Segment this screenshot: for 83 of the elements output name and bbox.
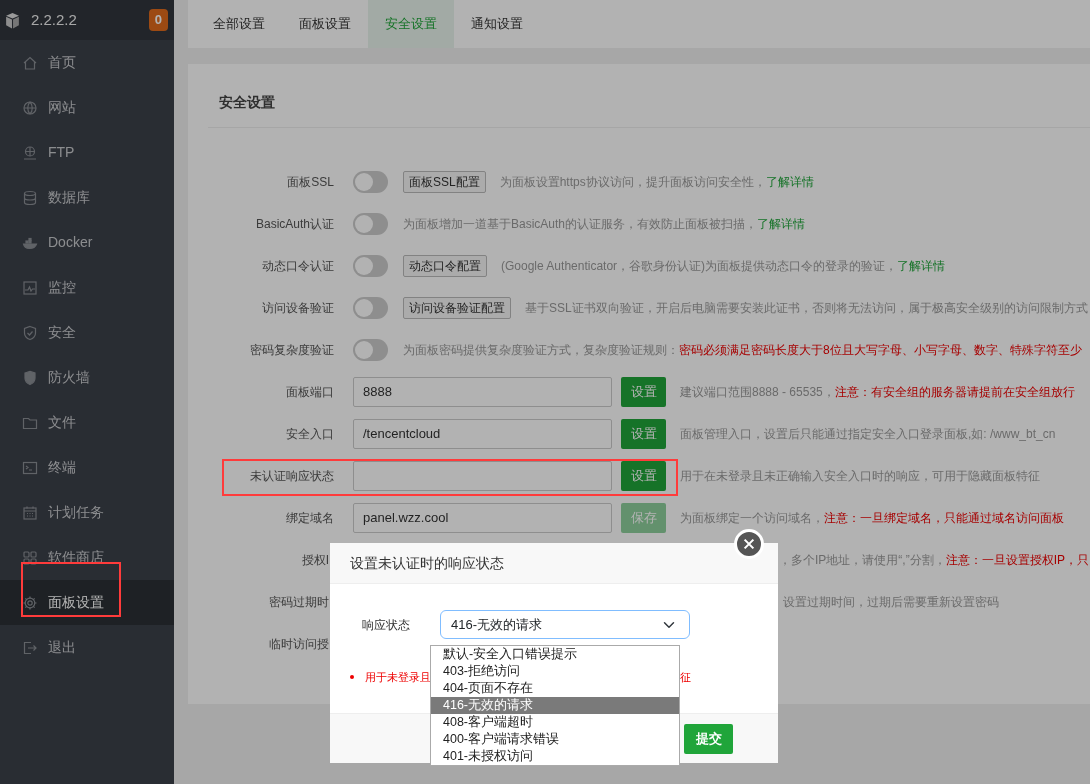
bullet-icon (350, 675, 354, 680)
setting-description: ，多个IP地址，请使用“,”分割，注意：一旦设置授权IP，只 (779, 552, 1089, 569)
sidebar-item[interactable]: 面板设置 (0, 580, 174, 625)
setting-label: 密码复杂度验证 (249, 342, 334, 359)
select-field[interactable]: 416-无效的请求 (440, 610, 690, 639)
sidebar-item[interactable]: 首页 (0, 40, 174, 85)
config-button[interactable]: 访问设备验证配置 (403, 297, 511, 319)
monitor-icon (22, 279, 38, 296)
shield-icon (22, 324, 38, 341)
tab[interactable]: 全部设置 (196, 0, 282, 48)
sidebar-item[interactable]: 终端 (0, 445, 174, 490)
set-button[interactable]: 设置 (621, 419, 666, 449)
setting-description: (Google Authenticator，谷歌身份认证)为面板提供动态口令的登录的验证，了解详情 (501, 258, 946, 275)
sidebar-item[interactable]: 退出 (0, 625, 174, 670)
toggle-switch[interactable] (353, 297, 388, 319)
toggle-switch[interactable] (353, 213, 388, 235)
dropdown-option[interactable]: 400-客户端请求错误 (431, 731, 679, 748)
set-button[interactable]: 设置 (621, 377, 666, 407)
config-button[interactable]: 动态口令配置 (403, 255, 487, 277)
toggle-switch[interactable] (353, 339, 388, 361)
setting-label: 绑定域名 (285, 510, 334, 527)
sidebar-item[interactable]: 数据库 (0, 175, 174, 220)
setting-label: 面板端口 (285, 384, 334, 401)
input-field[interactable]: /tencentcloud (353, 419, 612, 449)
note-text: 用于未登录且 (365, 670, 431, 685)
setting-label: BasicAuth认证 (254, 216, 334, 233)
setting-label: 授权I (300, 552, 329, 569)
panel-title: 安全设置 (208, 92, 1090, 128)
config-button[interactable]: 面板SSL配置 (403, 171, 486, 193)
sidebar-item[interactable]: 网站 (0, 85, 174, 130)
sidebar-item[interactable]: 计划任务 (0, 490, 174, 535)
dropdown-option[interactable]: 401-未授权访问 (431, 748, 679, 765)
dropdown-option[interactable]: 416-无效的请求 (431, 697, 679, 714)
setting-label: 密码过期时 (268, 594, 329, 611)
sidebar-item[interactable]: 监控 (0, 265, 174, 310)
field-label: 响应状态 (362, 616, 410, 634)
sidebar-item[interactable]: Docker (0, 220, 174, 265)
setting-label: 未认证响应状态 (249, 468, 334, 485)
sidebar-item[interactable]: 安全 (0, 310, 174, 355)
grid-icon (22, 549, 38, 566)
close-icon (742, 537, 756, 551)
submit-button[interactable]: 提交 (684, 723, 733, 754)
sidebar-item[interactable]: FTP (0, 130, 174, 175)
setting-label: 面板SSL (286, 174, 334, 191)
tab[interactable]: 面板设置 (282, 0, 368, 48)
home-icon (22, 54, 38, 71)
setting-label: 安全入口 (285, 426, 334, 443)
tab[interactable]: 通知设置 (454, 0, 540, 48)
toggle-switch[interactable] (353, 171, 388, 193)
dropdown-option[interactable]: 默认-安全入口错误提示 (431, 646, 679, 663)
sidebar-item[interactable]: 文件 (0, 400, 174, 445)
setting-label: 临时访问授 (268, 636, 329, 653)
toggle-switch[interactable] (353, 255, 388, 277)
shield-icon (22, 369, 38, 386)
database-icon (22, 189, 38, 206)
globe-icon (22, 144, 38, 161)
dialog-title: 设置未认证时的响应状态 (330, 543, 778, 584)
dropdown-option[interactable]: 408-客户端超时 (431, 714, 679, 731)
setting-description: 为面板设置https协议访问，提升面板访问安全性，了解详情 (499, 174, 814, 191)
globe-icon (22, 99, 38, 116)
setting-description: 为面板密码提供复杂度验证方式，复杂度验证规则：密码必须满足密码长度大于8位且大写字母、小写字母、数字、特殊字符至少 (403, 342, 1082, 359)
settings-icon (22, 594, 38, 611)
notification-badge: 0 (148, 9, 168, 31)
input-field[interactable]: 8888 (353, 377, 612, 407)
setting-description: 面板管理入口，设置后只能通过指定安全入口登录面板,如: /www_bt_cn (680, 426, 1056, 443)
calendar-icon (22, 504, 38, 521)
server-address: 2.2.2.2 (31, 9, 78, 30)
setting-description: 用于在未登录且未正确输入安全入口时的响应，可用于隐藏面板特征 (680, 468, 1040, 485)
sidebar-item[interactable]: 防火墙 (0, 355, 174, 400)
setting-description: 设置过期时间，过期后需要重新设置密码 (783, 594, 999, 611)
tab[interactable]: 安全设置 (368, 0, 454, 48)
dropdown-option[interactable]: 404-页面不存在 (431, 680, 679, 697)
logout-icon (22, 639, 38, 656)
dropdown-option[interactable]: 403-拒绝访问 (431, 663, 679, 680)
setting-label: 动态口令认证 (261, 258, 334, 275)
setting-description: 建议端口范围8888 - 65535，注意：有安全组的服务器请提前在安全组放行 (680, 384, 1075, 401)
set-button[interactable]: 设置 (621, 461, 666, 491)
terminal-icon (22, 459, 38, 476)
setting-label: 访问设备验证 (261, 300, 334, 317)
note-text: 征 (680, 670, 691, 685)
logo-icon (4, 11, 21, 29)
setting-description: 基于SSL证书双向验证，开启后电脑需要安装此证书，否则将无法访问，属于极高安全级别的访问限制方式 (525, 300, 1088, 317)
input-field[interactable] (353, 461, 612, 491)
